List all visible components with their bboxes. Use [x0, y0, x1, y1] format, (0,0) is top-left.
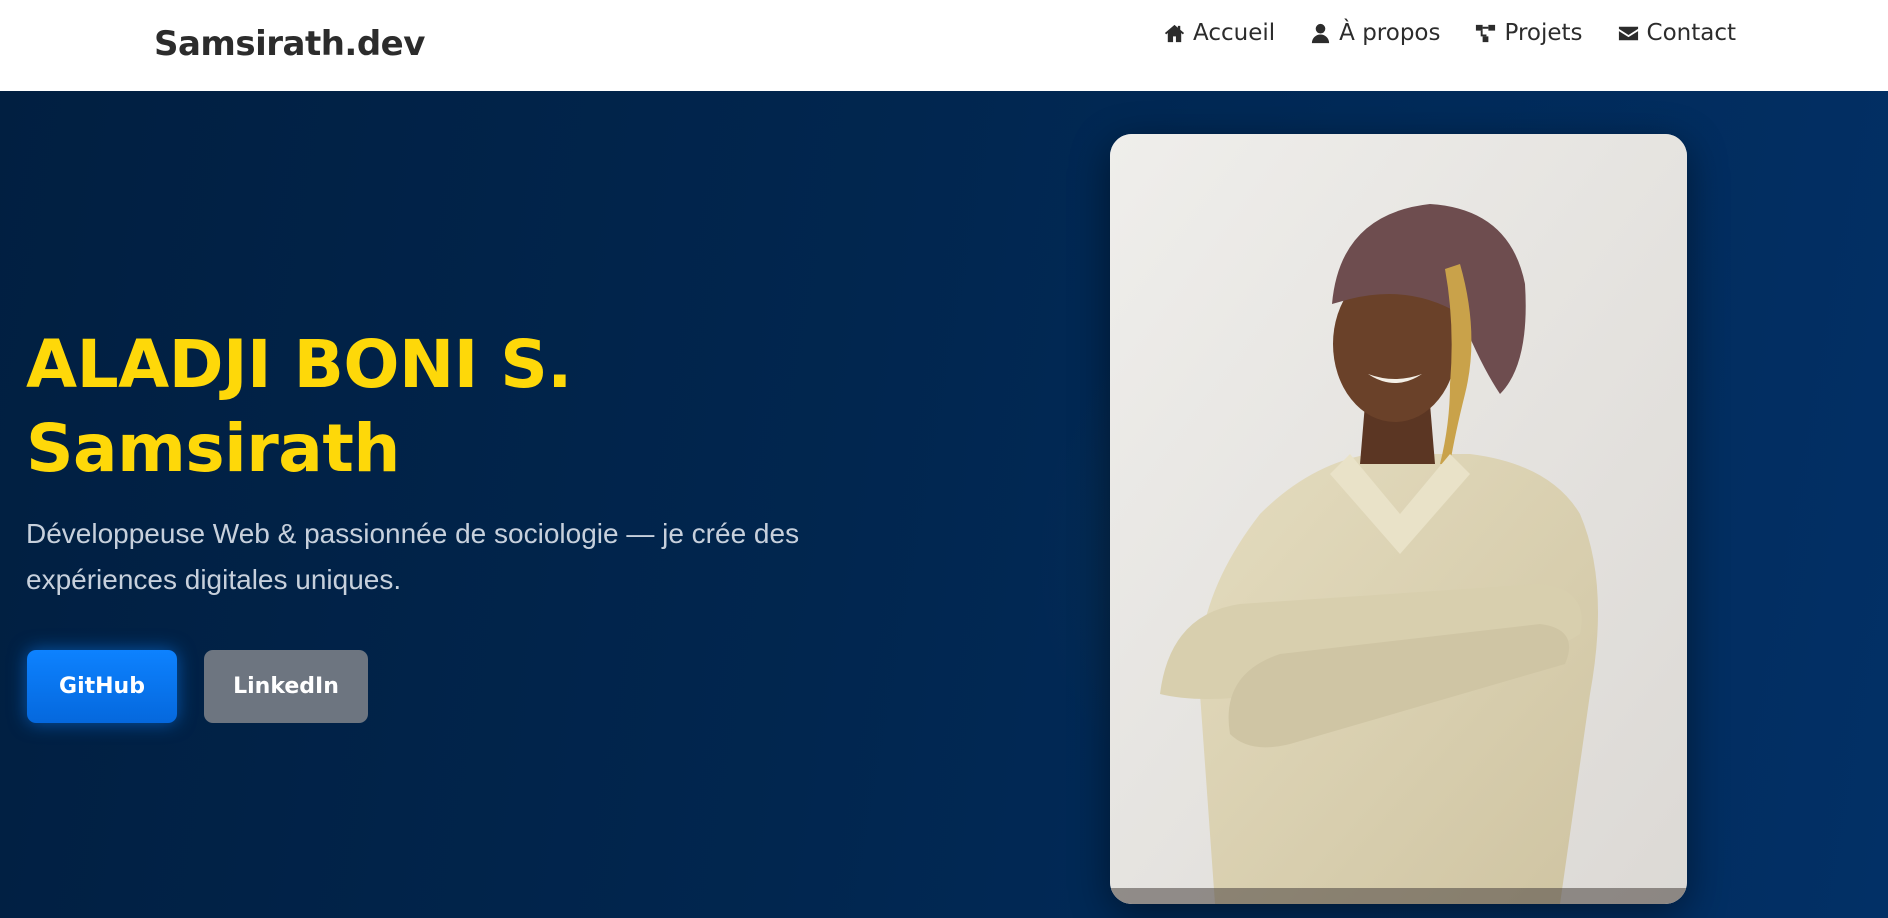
nav-links: Accueil À propos Projets Contact [1163, 20, 1736, 46]
profile-photo-illustration [1110, 134, 1687, 904]
nav-label-accueil: Accueil [1193, 20, 1276, 46]
hero-section: ALADJI BONI S. Samsirath Développeuse We… [0, 91, 1888, 918]
nav-label-a-propos: À propos [1339, 20, 1441, 46]
home-icon [1164, 24, 1185, 42]
sitemap-icon [1476, 24, 1496, 42]
hero-title-line1: ALADJI BONI S. [26, 326, 572, 403]
nav-label-projets: Projets [1504, 20, 1583, 46]
navbar: Samsirath.dev Accueil À propos Projets C… [0, 0, 1888, 91]
nav-label-contact: Contact [1646, 20, 1736, 46]
github-button[interactable]: GitHub [27, 650, 177, 723]
hero-subtitle: Développeuse Web & passionnée de sociolo… [26, 518, 800, 595]
user-icon [1312, 23, 1330, 43]
envelope-icon [1618, 26, 1638, 40]
nav-item-contact[interactable]: Contact [1617, 20, 1736, 46]
linkedin-button[interactable]: LinkedIn [204, 650, 368, 723]
hero-title: ALADJI BONI S. Samsirath [26, 323, 572, 491]
profile-photo [1110, 134, 1687, 904]
brand-logo-link[interactable]: Samsirath.dev [154, 24, 425, 64]
nav-item-a-propos[interactable]: À propos [1309, 20, 1440, 46]
nav-item-projets[interactable]: Projets [1474, 20, 1583, 46]
nav-item-accueil[interactable]: Accueil [1163, 20, 1275, 46]
hero-title-line2: Samsirath [26, 410, 400, 487]
